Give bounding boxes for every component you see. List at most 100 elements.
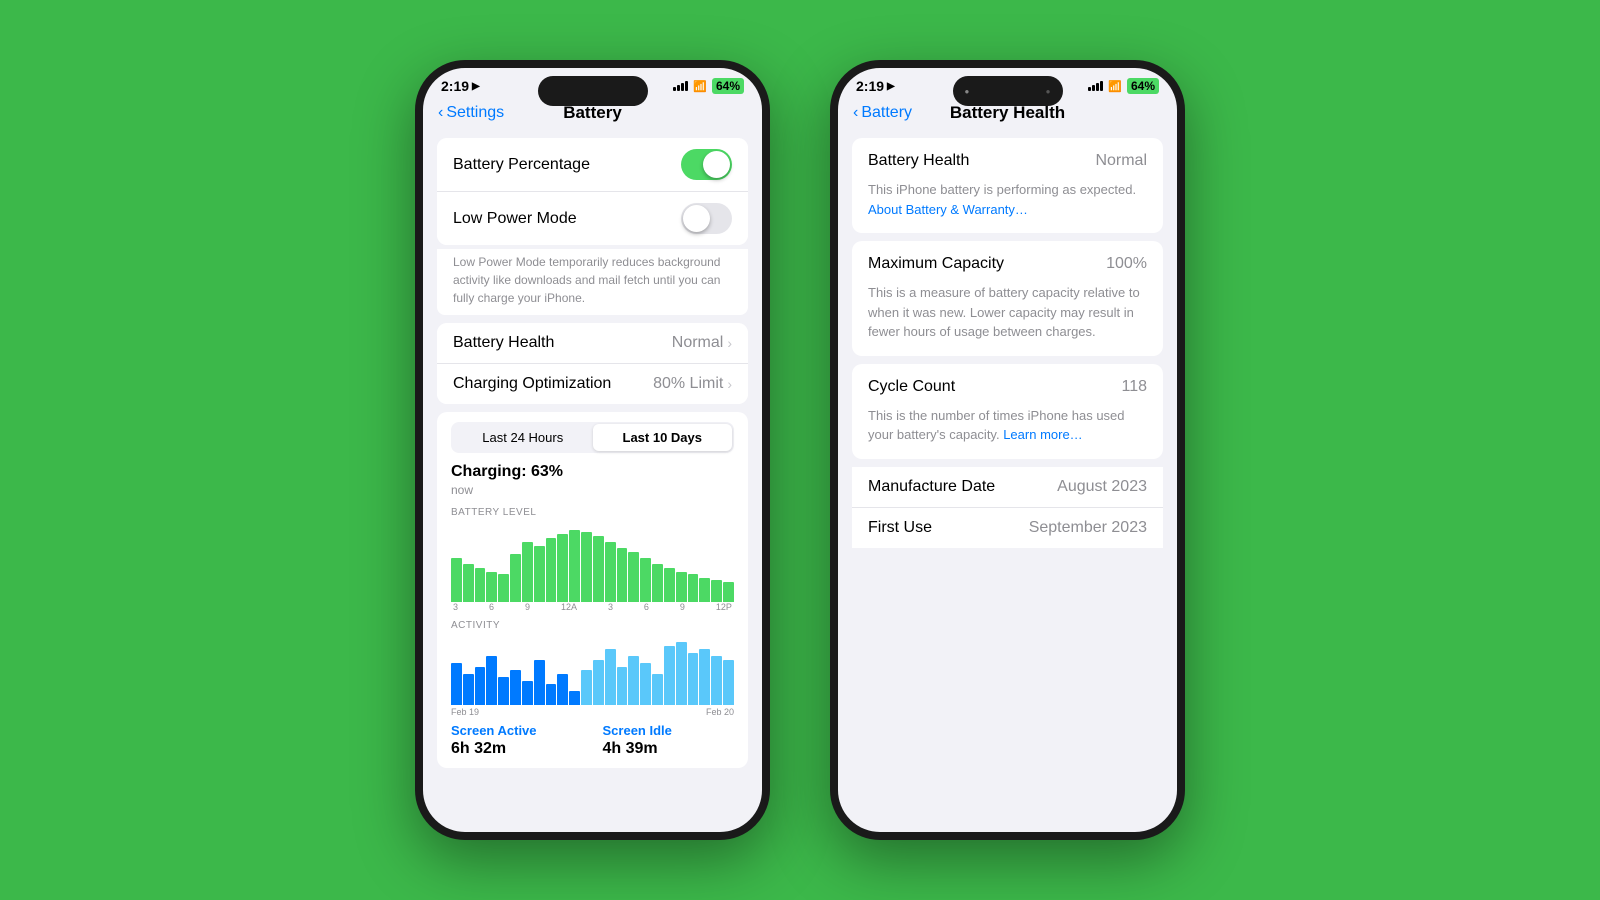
bar-20 <box>676 572 687 602</box>
location-icon-right: ▶ <box>887 81 895 92</box>
battery-level-title: BATTERY LEVEL <box>451 507 734 518</box>
maximum-capacity-description: This is a measure of battery capacity re… <box>852 281 1163 356</box>
manufacture-date-value: August 2023 <box>1057 478 1147 496</box>
bar-12 <box>581 532 592 602</box>
battery-health-section: Battery Health Normal › Charging Optimiz… <box>437 323 748 404</box>
battery-health-label: Battery Health <box>453 334 554 352</box>
battery-percent-left: 64% <box>712 78 744 94</box>
manufacture-info-section: Manufacture Date August 2023 First Use S… <box>852 467 1163 548</box>
low-power-mode-toggle[interactable] <box>681 203 732 234</box>
bar-4 <box>486 572 497 602</box>
screen-active-label: Screen Active <box>451 723 583 738</box>
charging-status-label: Charging: 63% <box>451 463 734 481</box>
bar-1 <box>451 558 462 602</box>
learn-more-link[interactable]: Learn more… <box>1003 427 1082 442</box>
signal-bars-right <box>1088 81 1103 91</box>
maximum-capacity-value: 100% <box>1106 255 1147 273</box>
bar-18 <box>652 564 663 602</box>
status-icons-left: 📶 64% <box>673 78 744 94</box>
status-time-left: 2:19 ▶ <box>441 78 480 94</box>
bar-7 <box>522 542 533 602</box>
battery-warranty-link[interactable]: About Battery & Warranty… <box>868 202 1028 217</box>
battery-health-right-label: Battery Health <box>868 152 969 170</box>
cycle-count-value: 118 <box>1121 378 1147 396</box>
screen-active-item: Screen Active 6h 32m <box>451 723 583 758</box>
screen-idle-value: 4h 39m <box>603 740 735 758</box>
screen-idle-label: Screen Idle <box>603 723 735 738</box>
battery-health-right-section: Battery Health Normal This iPhone batter… <box>852 138 1163 233</box>
screen-active-value: 6h 32m <box>451 740 583 758</box>
maximum-capacity-row: Maximum Capacity 100% <box>852 241 1163 281</box>
signal-bars-left <box>673 81 688 91</box>
low-power-mode-row: Low Power Mode <box>437 192 748 245</box>
activity-date-labels: Feb 19 Feb 20 <box>451 707 734 717</box>
battery-health-description: This iPhone battery is performing as exp… <box>852 178 1163 233</box>
battery-percentage-toggle[interactable] <box>681 149 732 180</box>
cycle-count-section: Cycle Count 118 This is the number of ti… <box>852 364 1163 459</box>
manufacture-date-row: Manufacture Date August 2023 <box>852 467 1163 508</box>
usage-row: Screen Active 6h 32m Screen Idle 4h 39m <box>451 723 734 758</box>
dynamic-island-left <box>538 76 648 106</box>
bar-10 <box>557 534 568 602</box>
cycle-count-row: Cycle Count 118 <box>852 364 1163 404</box>
status-time-right: 2:19 ▶ <box>856 78 895 94</box>
bar-6 <box>510 554 521 602</box>
bar-15 <box>617 548 628 602</box>
cycle-count-description: This is the number of times iPhone has u… <box>852 404 1163 459</box>
battery-health-right-value: Normal <box>1095 152 1147 170</box>
charging-optimization-row[interactable]: Charging Optimization 80% Limit › <box>437 364 748 404</box>
bar-17 <box>640 558 651 602</box>
toggle-knob-low-power <box>683 205 710 232</box>
chevron-left-icon-right: ‹ <box>853 104 858 122</box>
maximum-capacity-section: Maximum Capacity 100% This is a measure … <box>852 241 1163 356</box>
activity-bars <box>451 635 734 705</box>
low-power-mode-label: Low Power Mode <box>453 210 577 228</box>
battery-health-right-row: Battery Health Normal <box>852 138 1163 178</box>
bar-24 <box>723 582 734 602</box>
bar-8 <box>534 546 545 602</box>
time-btn-10d[interactable]: Last 10 Days <box>593 424 733 451</box>
bar-16 <box>628 552 639 602</box>
chart-section: Last 24 Hours Last 10 Days Charging: 63%… <box>437 412 748 768</box>
wifi-icon-right: 📶 <box>1108 80 1122 93</box>
wifi-icon-left: 📶 <box>693 80 707 93</box>
activity-title: ACTIVITY <box>451 620 734 631</box>
low-power-description: Low Power Mode temporarily reduces backg… <box>437 249 748 315</box>
first-use-row: First Use September 2023 <box>852 508 1163 548</box>
chevron-left-icon: ‹ <box>438 104 443 122</box>
bar-22 <box>699 578 710 602</box>
first-use-value: September 2023 <box>1029 519 1147 537</box>
bar-9 <box>546 538 557 602</box>
battery-health-row[interactable]: Battery Health Normal › <box>437 323 748 364</box>
bar-3 <box>475 568 486 602</box>
activity-chart: Feb 19 Feb 20 <box>451 635 734 715</box>
screen-idle-item: Screen Idle 4h 39m <box>603 723 735 758</box>
bar-2 <box>463 564 474 602</box>
battery-health-value: Normal › <box>672 334 732 352</box>
chevron-right-health: › <box>727 335 732 351</box>
time-selector: Last 24 Hours Last 10 Days <box>451 422 734 453</box>
bar-13 <box>593 536 604 602</box>
charging-optimization-label: Charging Optimization <box>453 375 611 393</box>
battery-percentage-section: Battery Percentage Low Power Mode <box>437 138 748 245</box>
battery-percent-right: 64% <box>1127 78 1159 94</box>
back-button-right[interactable]: ‹ Battery <box>853 104 912 122</box>
location-icon-left: ▶ <box>472 81 480 92</box>
nav-title-right: Battery Health <box>950 103 1065 123</box>
time-btn-24h[interactable]: Last 24 Hours <box>453 424 593 451</box>
cycle-count-label: Cycle Count <box>868 378 955 396</box>
phone-left: 2:19 ▶ 📶 64% ‹ Settings Battery Battery … <box>415 60 770 840</box>
nav-title-left: Battery <box>563 103 622 123</box>
battery-chart-x-labels: 3 6 9 12A 3 6 9 12P <box>451 602 734 612</box>
battery-percentage-label: Battery Percentage <box>453 156 590 174</box>
bar-19 <box>664 568 675 602</box>
toggle-knob-battery-pct <box>703 151 730 178</box>
battery-level-chart: 3 6 9 12A 3 6 9 12P <box>451 522 734 612</box>
back-button-left[interactable]: ‹ Settings <box>438 104 504 122</box>
battery-percentage-row: Battery Percentage <box>437 138 748 192</box>
bar-5 <box>498 574 509 602</box>
bar-23 <box>711 580 722 602</box>
dynamic-island-right: ● ● <box>953 76 1063 106</box>
charging-optimization-value: 80% Limit › <box>653 375 732 393</box>
first-use-label: First Use <box>868 519 932 537</box>
